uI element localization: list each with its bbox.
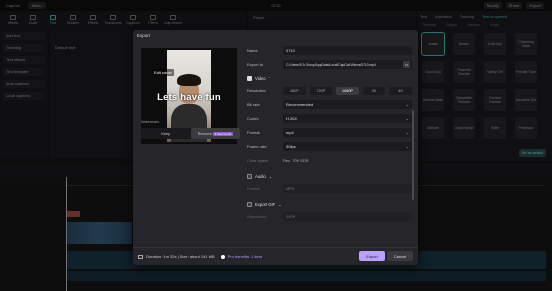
framerate-select[interactable]: 30fps ⌄ xyxy=(283,142,412,151)
codec-select[interactable]: H.264 ⌄ xyxy=(283,114,412,123)
video-section: Video ˆ xyxy=(247,73,412,83)
edit-cover-button[interactable]: Edit cover xyxy=(152,69,174,76)
chevron-up-icon[interactable]: ˆ xyxy=(269,76,270,81)
name-label: Name xyxy=(247,48,258,53)
export-to-label: Export to xyxy=(247,62,264,67)
bitrate-value: Recommended xyxy=(286,102,314,107)
dialog-footer: Duration: 1m 32s | Size: about 141 MB Pr… xyxy=(133,247,418,265)
keep-label: Keep xyxy=(161,131,171,136)
format-value: mp4 xyxy=(286,130,294,135)
color-space-value: Rec. 709 SDR xyxy=(283,158,309,163)
format-row: Format mp4 ⌄ xyxy=(247,127,412,138)
chevron-down-icon[interactable]: ⌄ xyxy=(269,174,272,179)
preview-caption: Lets have fun xyxy=(157,92,221,103)
export-info: Duration: 1m 32s | Size: about 141 MB xyxy=(138,254,215,259)
framerate-label: Frame rate xyxy=(247,144,267,149)
audio-section-label: Audio xyxy=(255,173,266,179)
color-space-label: Color space xyxy=(247,158,269,163)
app-window: CapCut Menu 0710 Modify Share Export Med… xyxy=(0,0,552,291)
dialog-title: Export xyxy=(137,33,151,38)
watermark-label: Watermark xyxy=(141,120,160,124)
framerate-value: 30fps xyxy=(286,144,296,149)
codec-value: H.264 xyxy=(286,116,297,121)
pro-benefits-text: Pro benefits: 1 item xyxy=(227,254,263,259)
chevron-down-icon: ⌄ xyxy=(405,130,409,135)
format-select[interactable]: mp4 ⌄ xyxy=(283,128,412,137)
audio-checkbox[interactable] xyxy=(247,173,252,179)
chevron-down-icon: ⌄ xyxy=(405,116,409,121)
chevron-down-icon[interactable]: ⌄ xyxy=(278,202,281,207)
gif-section-label: Export GIF xyxy=(255,201,276,207)
person-hair xyxy=(177,74,201,86)
dialog-scrollbar[interactable] xyxy=(412,110,414,200)
pro-icon xyxy=(220,254,225,259)
codec-row: Codec H.264 ⌄ xyxy=(247,113,412,124)
gif-res-select[interactable]: 240P xyxy=(283,212,412,221)
audio-format-value: MP3 xyxy=(286,186,295,191)
remove-label: Remove xyxy=(197,131,212,136)
export-button[interactable]: Export xyxy=(359,251,385,261)
audio-format-select[interactable]: MP3 xyxy=(283,184,412,193)
video-checkbox[interactable] xyxy=(247,75,252,81)
duration-size-text: Duration: 1m 32s | Size: about 141 MB xyxy=(146,254,215,259)
watermark-toggle: Keep Remove 3 free/month xyxy=(141,128,240,139)
chevron-down-icon: ⌄ xyxy=(405,102,409,107)
name-input[interactable]: 0710 xyxy=(283,46,412,55)
bitrate-select[interactable]: Recommended ⌄ xyxy=(283,100,412,109)
res-4k[interactable]: 4K xyxy=(389,86,412,95)
gif-res-value: 240P xyxy=(286,214,296,219)
audio-section: Audio ⌄ xyxy=(247,171,412,181)
gif-section: Export GIF ⌄ xyxy=(247,199,412,209)
res-1080p[interactable]: 1080P xyxy=(336,86,359,95)
name-row: Name 0710 xyxy=(247,45,412,56)
codec-label: Codec xyxy=(247,116,259,121)
watermark-remove[interactable]: Remove 3 free/month xyxy=(190,128,240,139)
resolution-row: Resolution 480P 720P 1080P 2K 4K xyxy=(247,85,412,96)
video-section-label: Video xyxy=(255,75,266,81)
bitrate-row: Bit rate Recommended ⌄ xyxy=(247,99,412,110)
export-dialog: Export Lets have fun Edit cover Watermar… xyxy=(133,30,418,265)
bitrate-label: Bit rate xyxy=(247,102,260,107)
audio-format-label: Format xyxy=(247,186,260,191)
film-icon xyxy=(138,254,143,259)
resolution-label: Resolution xyxy=(247,88,266,93)
cancel-button[interactable]: Cancel xyxy=(387,251,413,261)
format-label: Format xyxy=(247,130,260,135)
gif-checkbox[interactable] xyxy=(247,201,252,207)
pro-benefits[interactable]: Pro benefits: 1 item xyxy=(220,254,263,259)
chevron-down-icon: ⌄ xyxy=(405,144,409,149)
watermark-keep[interactable]: Keep xyxy=(141,128,191,139)
export-to-row: Export to C:/Users/S A Group/AppData/Loc… xyxy=(247,59,412,70)
res-2k[interactable]: 2K xyxy=(362,86,386,95)
gif-resolution-row: Resolution 240P xyxy=(247,211,412,222)
gif-res-label: Resolution xyxy=(247,214,266,219)
export-path-text: C:/Users/S A Group/AppData/Local/CapCut/… xyxy=(286,62,376,67)
framerate-row: Frame rate 30fps ⌄ xyxy=(247,141,412,152)
folder-icon[interactable]: ▭ xyxy=(403,61,410,68)
res-480p[interactable]: 480P xyxy=(283,86,306,95)
resolution-selector: 480P 720P 1080P 2K 4K xyxy=(283,86,412,95)
free-badge: 3 free/month xyxy=(212,131,233,136)
res-720p[interactable]: 720P xyxy=(309,86,333,95)
export-path-input[interactable]: C:/Users/S A Group/AppData/Local/CapCut/… xyxy=(283,60,412,69)
audio-format-row: Format MP3 xyxy=(247,183,412,194)
color-space-row: Color space Rec. 709 SDR xyxy=(247,155,412,166)
export-form: Name 0710 Export to C:/Users/S A Group/A… xyxy=(247,45,412,225)
